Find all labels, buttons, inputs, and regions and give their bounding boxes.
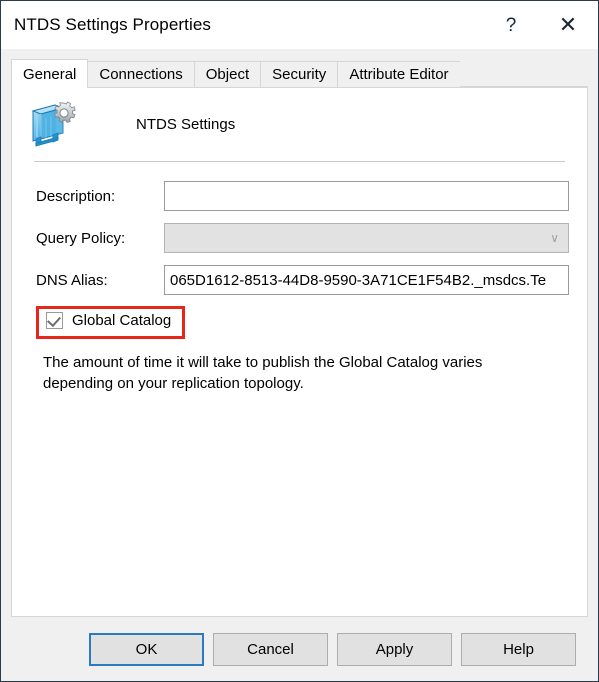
query-policy-row: Query Policy: ∨ xyxy=(12,222,587,254)
global-catalog-checkbox[interactable]: Global Catalog xyxy=(46,312,171,329)
query-policy-label: Query Policy: xyxy=(36,229,126,247)
properties-dialog-window: NTDS Settings Properties ? ✕ General Con… xyxy=(0,0,599,682)
tab-attribute-editor-label: Attribute Editor xyxy=(349,66,449,83)
tab-strip-area: General Connections Object Security Attr… xyxy=(1,49,598,88)
tab-security[interactable]: Security xyxy=(260,61,339,87)
title-bar-buttons: ? ✕ xyxy=(484,1,598,49)
chevron-down-icon: ∨ xyxy=(550,231,559,245)
description-input[interactable] xyxy=(164,181,569,211)
dns-alias-row: DNS Alias: xyxy=(12,264,587,296)
global-catalog-area: Global Catalog xyxy=(12,306,587,342)
help-question-icon[interactable]: ? xyxy=(484,1,538,49)
close-icon[interactable]: ✕ xyxy=(538,1,598,49)
tab-general-label: General xyxy=(23,65,77,83)
help-button[interactable]: Help xyxy=(461,632,576,666)
tab-general[interactable]: General xyxy=(11,59,89,88)
description-row: Description: xyxy=(12,180,587,212)
window-title: NTDS Settings Properties xyxy=(14,15,212,34)
global-catalog-label: Global Catalog xyxy=(72,312,172,329)
general-form: Description: Query Policy: ∨ DNS Alias: xyxy=(12,162,587,296)
object-title: NTDS Settings xyxy=(136,116,236,133)
tab-connections-label: Connections xyxy=(99,66,183,83)
close-glyph: ✕ xyxy=(558,12,578,37)
dns-alias-input[interactable] xyxy=(164,265,569,295)
ok-button[interactable]: OK xyxy=(89,632,204,666)
query-policy-combobox[interactable]: ∨ xyxy=(164,223,569,253)
title-bar: NTDS Settings Properties ? ✕ xyxy=(1,1,598,49)
tab-security-label: Security xyxy=(272,66,327,83)
tab-object[interactable]: Object xyxy=(193,61,262,87)
checkbox-box-icon xyxy=(46,312,63,329)
dns-alias-label: DNS Alias: xyxy=(36,271,108,289)
tab-strip: General Connections Object Security Attr… xyxy=(11,59,588,88)
tab-attribute-editor[interactable]: Attribute Editor xyxy=(337,61,461,87)
tab-connections[interactable]: Connections xyxy=(87,61,195,87)
description-label: Description: xyxy=(36,187,116,205)
tab-strip-filler xyxy=(459,61,588,87)
object-header: NTDS Settings xyxy=(12,88,587,150)
dialog-button-bar: OK Cancel Apply Help xyxy=(1,617,598,681)
general-tab-page: NTDS Settings Description: Query Policy:… xyxy=(11,87,588,617)
apply-button[interactable]: Apply xyxy=(337,632,452,666)
help-question-glyph: ? xyxy=(505,14,517,36)
checkmark-icon xyxy=(47,312,61,328)
cancel-button[interactable]: Cancel xyxy=(213,632,328,666)
tab-object-label: Object xyxy=(205,66,250,83)
global-catalog-note: The amount of time it will take to publi… xyxy=(43,354,483,393)
ntds-settings-server-gear-icon xyxy=(27,99,79,151)
